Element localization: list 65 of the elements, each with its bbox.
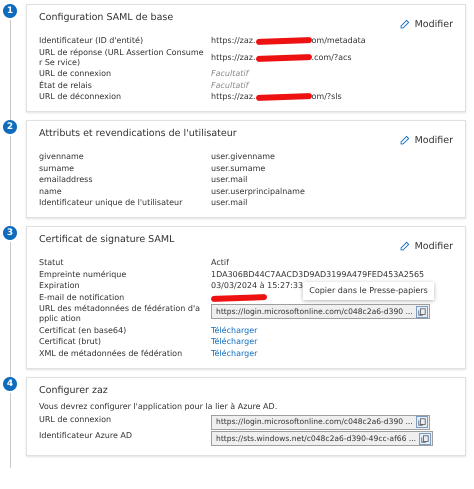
redaction-mark (255, 54, 312, 62)
value-text: user.givenname (211, 152, 275, 162)
value-text: om/?sls (312, 92, 342, 102)
copy-icon (418, 308, 426, 316)
copy-button[interactable] (416, 306, 428, 318)
value-text: user.userprincipalname (211, 186, 305, 196)
field-label: État de relais (39, 80, 93, 90)
value-text: https://zaz. (211, 52, 256, 62)
value-text: https://zaz. (211, 36, 256, 46)
edit-icon (398, 19, 410, 30)
field-label: URL de réponse (URL Assertion Consumer Se rvice) (39, 48, 205, 68)
field-label: URL des métadonnées de fédération d'applic ation (39, 304, 202, 324)
value-text: Facultatif (211, 80, 248, 90)
value-text: user.surname (211, 164, 266, 174)
section-title: Configurer zaz (39, 384, 108, 396)
value-text: .com/?acs (312, 52, 352, 62)
value-text: 03/03/2024 à 15:27:33 (211, 281, 304, 291)
copy-icon (421, 434, 430, 442)
field-label: E-mail de notification (39, 292, 126, 302)
copy-button[interactable] (419, 432, 432, 444)
field-label: URL de connexion (39, 69, 112, 79)
value-text: om/metadata (312, 36, 366, 46)
section-title: Certificat de signature SAML (39, 234, 174, 245)
field-label: name (39, 186, 63, 196)
edit-button[interactable]: Modifier (398, 135, 453, 146)
edit-button[interactable]: Modifier (398, 19, 453, 30)
copy-icon (418, 418, 426, 426)
step-number: 1 (3, 4, 17, 18)
redaction-mark (255, 93, 312, 101)
tooltip: Copier dans le Presse-papiers (303, 282, 434, 300)
download-link[interactable]: Télécharger (211, 326, 258, 336)
value-text: user.mail (211, 175, 248, 185)
redaction-mark (210, 294, 268, 302)
download-link[interactable]: Télécharger (211, 348, 258, 358)
value-text: Actif (211, 258, 229, 268)
field-label: Expiration (39, 281, 81, 291)
field-label: Identificateur Azure AD (39, 431, 134, 442)
step-number: 4 (3, 376, 17, 390)
field-label: XML de métadonnées de fédération (39, 348, 184, 358)
edit-button[interactable]: Modifier (398, 241, 453, 252)
value-text: 1DA306BD44C7AACD3D9AD3199A479FED453A2565 (211, 270, 424, 280)
field-label: Statut (39, 258, 64, 268)
step-number: 3 (3, 226, 17, 240)
edit-icon (398, 135, 410, 146)
field-label: URL de connexion (39, 414, 112, 426)
field-label: surname (39, 164, 76, 174)
value-text: https://zaz. (211, 92, 256, 102)
copy-button[interactable] (416, 416, 428, 428)
download-link[interactable]: Télécharger (211, 337, 258, 347)
field-label: URL de déconnexion (39, 92, 122, 102)
field-label: Certificat (brut) (39, 337, 102, 347)
value-text: user.mail (211, 198, 248, 208)
value-text: Facultatif (211, 69, 248, 79)
intro-text: Vous devrez configurer l'application pour la lier à Azure AD. (39, 402, 278, 410)
step-number: 2 (3, 120, 17, 134)
section-title: Attributs et revendications de l'utilisateur (39, 128, 237, 139)
field-label: givenname (39, 152, 85, 162)
field-label: Identificateur (ID d'entité) (39, 36, 144, 46)
field-label: emailaddress (39, 175, 94, 185)
section-title: Configuration SAML de base (39, 12, 174, 23)
redaction-mark (255, 37, 312, 45)
field-label: Certificat (en base64) (39, 326, 128, 336)
field-label: Empreinte numérique (39, 270, 128, 280)
field-label: Identificateur unique de l'utilisateur (39, 198, 184, 208)
edit-icon (398, 241, 410, 252)
